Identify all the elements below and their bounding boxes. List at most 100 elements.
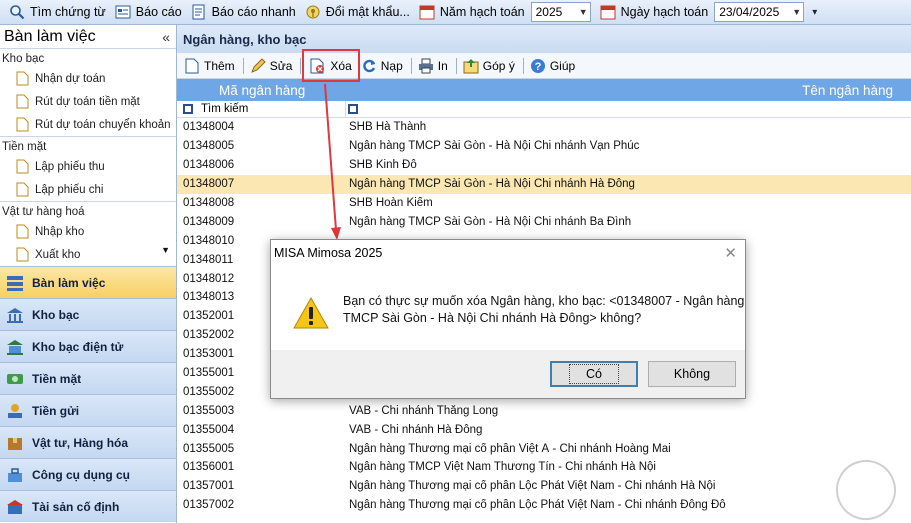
- tree-item-receive-estimate[interactable]: Nhận dự toán: [0, 67, 176, 90]
- filter-code-input[interactable]: Tìm kiếm: [201, 103, 248, 115]
- nav-goods[interactable]: Vật tư, Hàng hóa: [0, 426, 176, 458]
- document-icon: [16, 94, 29, 109]
- separator: [522, 57, 524, 74]
- printer-icon: [418, 58, 434, 74]
- grid-header: Mã ngân hàng Tên ngân hàng: [177, 79, 911, 101]
- delete-button[interactable]: Xóa: [302, 49, 360, 82]
- chevron-down-icon: ▼: [578, 7, 588, 17]
- table-row[interactable]: 01356001 Ngân hàng TMCP Việt Nam Thương T…: [177, 458, 911, 477]
- tree-item-stock-out[interactable]: Xuất kho: [0, 243, 176, 266]
- nav-treasury[interactable]: Kho bạc: [0, 298, 176, 330]
- cell-bank-name: Ngân hàng Thương mại cổ phần Lộc Phát Vi…: [349, 480, 716, 493]
- sidebar-title: Bàn làm việc: [4, 27, 96, 45]
- close-icon[interactable]: ✕: [724, 244, 737, 262]
- table-row[interactable]: 01355004 VAB - Chi nhánh Hà Đông: [177, 420, 911, 439]
- change-password-button[interactable]: Đổi mật khẩu...: [302, 2, 416, 23]
- table-row[interactable]: 01355005 Ngân hàng Thương mại cổ phần Việ…: [177, 439, 911, 458]
- table-row[interactable]: 01357001 Ngân hàng Thương mại cổ phần Lộc…: [177, 477, 911, 496]
- edit-button[interactable]: Sửa: [247, 55, 298, 77]
- no-button[interactable]: Không: [648, 361, 736, 387]
- page-title: Ngân hàng, kho bạc: [177, 25, 911, 53]
- help-icon: ?: [530, 58, 546, 74]
- cell-bank-code: 01348006: [183, 159, 235, 172]
- nav-tools[interactable]: Công cụ dụng cụ: [0, 458, 176, 490]
- filter-operator-icon[interactable]: [348, 104, 358, 114]
- cell-bank-code: 01357002: [183, 499, 235, 512]
- group-label: Tiền mặt: [0, 136, 176, 155]
- table-row[interactable]: 01348007 Ngân hàng TMCP Sài Gòn - Hà Nội …: [177, 174, 911, 194]
- cell-bank-name: Ngân hàng TMCP Việt Nam Thương Tín - Chi…: [349, 461, 656, 474]
- document-icon: [16, 182, 29, 197]
- goods-icon: [6, 434, 24, 452]
- table-row[interactable]: 01348006 SHB Kinh Đô: [177, 156, 911, 175]
- tree-item-withdraw-cash[interactable]: Rút dự toán tiền mặt: [0, 90, 176, 113]
- cell-bank-code: 01355004: [183, 423, 235, 436]
- cell-bank-name: VAB - Chi nhánh Thăng Long: [349, 404, 499, 417]
- cell-bank-code: 01348007: [183, 178, 235, 191]
- desk-icon: [6, 274, 24, 292]
- cell-bank-name: Ngân hàng Thương mại cổ phần Việt Á - Ch…: [349, 442, 671, 455]
- search-voucher-button[interactable]: Tìm chứng từ: [6, 2, 112, 23]
- chevron-down-icon: ▼: [792, 7, 802, 17]
- tree-item-payment[interactable]: Lập phiếu chi: [0, 178, 176, 201]
- nav-desk[interactable]: Bàn làm việc: [0, 266, 176, 298]
- deposit-icon: [6, 402, 24, 420]
- group-label: Kho bạc: [2, 53, 45, 65]
- print-button[interactable]: In: [415, 55, 453, 77]
- scroll-down-icon[interactable]: ▼: [161, 245, 170, 255]
- confirm-delete-dialog: MISA Mimosa 2025 ✕ Bạn có thực sự muốn x…: [270, 239, 746, 399]
- sidebar-header: Bàn làm việc «: [0, 25, 176, 49]
- key-icon: [305, 4, 321, 20]
- cell-bank-code: 01356001: [183, 461, 235, 474]
- cell-bank-name: Ngân hàng TMCP Sài Gòn - Hà Nội Chi nhán…: [349, 178, 635, 191]
- table-row[interactable]: 01355003 VAB - Chi nhánh Thăng Long: [177, 401, 911, 420]
- cell-bank-name: SHB Hà Thành: [349, 121, 427, 134]
- treasury-icon: [6, 306, 24, 324]
- dialog-buttons: Có Không: [271, 350, 745, 398]
- dialog-title: MISA Mimosa 2025: [274, 246, 383, 260]
- tree-item-stock-in[interactable]: Nhập kho: [0, 220, 176, 243]
- table-row[interactable]: 01348008 SHB Hoàn Kiếm: [177, 194, 911, 213]
- refresh-icon: [361, 58, 377, 74]
- table-row[interactable]: 01348009 Ngân hàng TMCP Sài Gòn - Hà Nội …: [177, 212, 911, 231]
- table-row[interactable]: 01348005 Ngân hàng TMCP Sài Gòn - Hà Nội …: [177, 137, 911, 156]
- toolbar-overflow-icon[interactable]: ▾: [812, 7, 817, 18]
- table-row[interactable]: 01348004 SHB Hà Thành: [177, 118, 911, 137]
- document-icon: [16, 247, 29, 262]
- module-nav: Bàn làm việc Kho bạc Kho bạc điện tử Tiề…: [0, 266, 176, 522]
- nav-cash[interactable]: Tiền mặt: [0, 362, 176, 394]
- delete-document-icon: [310, 58, 326, 74]
- reload-button[interactable]: Nạp: [358, 55, 408, 77]
- tree-item-receipt[interactable]: Lập phiếu thu: [0, 155, 176, 178]
- fiscal-year-label: Năm hạch toán: [416, 2, 531, 23]
- filter-row: Tìm kiếm: [177, 101, 911, 118]
- posting-date-picker[interactable]: 23/04/2025 ▼: [714, 2, 805, 22]
- quick-report-button[interactable]: Báo cáo nhanh: [188, 2, 302, 23]
- cell-bank-name: VAB - Chi nhánh Hà Đông: [349, 423, 483, 436]
- help-button[interactable]: ? Giúp: [527, 55, 580, 77]
- warning-icon: [293, 297, 329, 329]
- filter-operator-icon[interactable]: [183, 104, 193, 114]
- tools-icon: [6, 466, 24, 484]
- cell-bank-name: Ngân hàng TMCP Sài Gòn - Hà Nội Chi nhán…: [349, 140, 640, 153]
- fiscal-year-select[interactable]: 2025 ▼: [530, 2, 591, 22]
- table-row[interactable]: 01357002 Ngân hàng Thương mại cổ phần Lộc…: [177, 496, 911, 515]
- feedback-button[interactable]: Góp ý: [460, 55, 520, 77]
- separator: [410, 57, 412, 74]
- tree-item-withdraw-transfer[interactable]: Rút dự toán chuyển khoản: [0, 113, 176, 136]
- assets-icon: [6, 498, 24, 516]
- collapse-icon[interactable]: «: [162, 29, 170, 45]
- action-toolbar: Thêm Sửa Xóa Nạp In Góp ý ? Giúp: [177, 49, 911, 82]
- nav-e-treasury[interactable]: Kho bạc điện tử: [0, 330, 176, 362]
- cell-bank-code: 01348009: [183, 215, 235, 228]
- yes-button[interactable]: Có: [550, 361, 638, 387]
- nav-fixed-assets[interactable]: Tài sản cố định: [0, 490, 176, 522]
- desk-tree: Kho bạc Nhận dự toán Rút dự toán tiền mặ…: [0, 49, 176, 266]
- quick-report-icon: [191, 4, 207, 20]
- cell-bank-code: 01348004: [183, 121, 235, 134]
- column-header-code[interactable]: Mã ngân hàng: [177, 83, 345, 98]
- add-button[interactable]: Thêm: [181, 55, 240, 77]
- column-header-name[interactable]: Tên ngân hàng: [345, 83, 911, 98]
- nav-deposit[interactable]: Tiền gửi: [0, 394, 176, 426]
- report-button[interactable]: Báo cáo: [112, 2, 188, 23]
